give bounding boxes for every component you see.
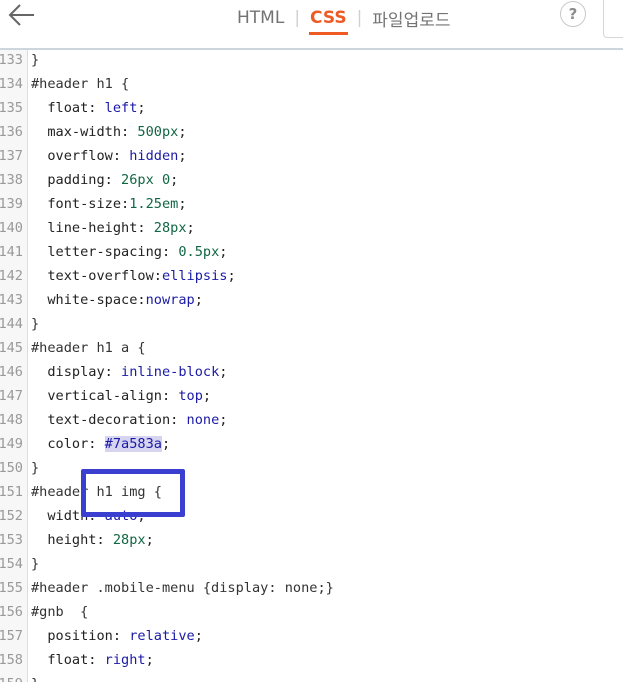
code-text: white-space:nowrap; <box>47 292 203 308</box>
code-line[interactable]: 159} <box>0 672 623 682</box>
code-text: #header h1 a { <box>31 340 146 356</box>
code-line[interactable]: 137 overflow: hidden; <box>0 144 623 168</box>
line-number: 139 <box>0 196 23 212</box>
code-text: text-decoration: none; <box>47 412 228 428</box>
code-line[interactable]: 147 vertical-align: top; <box>0 384 623 408</box>
code-text: color: #7a583a; <box>47 436 171 452</box>
code-text: line-height: 28px; <box>47 220 195 236</box>
code-text: letter-spacing: 0.5px; <box>47 244 228 260</box>
code-text: font-size:1.25em; <box>47 196 187 212</box>
code-line[interactable]: 140 line-height: 28px; <box>0 216 623 240</box>
code-text: position: relative; <box>47 628 203 644</box>
line-number: 145 <box>0 340 23 356</box>
line-number: 149 <box>0 436 23 452</box>
code-line[interactable]: 154} <box>0 552 623 576</box>
code-line[interactable]: 153 height: 28px; <box>0 528 623 552</box>
selected-color-value: #7a583a <box>104 436 162 452</box>
tab-file-upload[interactable]: 파일업로드 <box>371 6 451 31</box>
code-text: float: left; <box>47 100 146 116</box>
tab-css[interactable]: CSS <box>309 8 348 35</box>
line-number: 153 <box>0 532 23 548</box>
code-line[interactable]: 135 float: left; <box>0 96 623 120</box>
code-line[interactable]: 133} <box>0 50 623 72</box>
code-line[interactable]: 151 #header h1 img { <box>0 480 623 504</box>
back-arrow-icon[interactable] <box>6 2 36 28</box>
code-line[interactable]: 150} <box>0 456 623 480</box>
code-line[interactable]: 139 font-size:1.25em; <box>0 192 623 216</box>
line-number: 158 <box>0 652 23 668</box>
line-number: 147 <box>0 388 23 404</box>
code-text: overflow: hidden; <box>47 148 187 164</box>
code-line[interactable]: 155 #header .mobile-menu {display: none;} <box>0 576 623 600</box>
line-number: 143 <box>0 292 23 308</box>
code-text: height: 28px; <box>47 532 154 548</box>
code-text: padding: 26px 0; <box>47 172 179 188</box>
code-line[interactable]: 145 #header h1 a { <box>0 336 623 360</box>
tab-html[interactable]: HTML <box>236 8 285 28</box>
code-line[interactable]: 134 #header h1 { <box>0 72 623 96</box>
code-text: max-width: 500px; <box>47 124 187 140</box>
line-number: 156 <box>0 604 23 620</box>
code-text: text-overflow:ellipsis; <box>47 268 236 284</box>
line-number: 155 <box>0 580 23 596</box>
line-number: 140 <box>0 220 23 236</box>
code-line[interactable]: 143 white-space:nowrap; <box>0 288 623 312</box>
code-line[interactable]: 136 max-width: 500px; <box>0 120 623 144</box>
code-text: } <box>31 460 40 476</box>
code-text: } <box>31 316 40 332</box>
line-number: 146 <box>0 364 23 380</box>
code-line[interactable]: 146 display: inline-block; <box>0 360 623 384</box>
code-line[interactable]: 141 letter-spacing: 0.5px; <box>0 240 623 264</box>
code-text: vertical-align: top; <box>47 388 212 404</box>
code-lines: 133} 134 #header h1 {135 float: left; 136 m… <box>0 50 623 682</box>
code-line[interactable]: 138 padding: 26px 0; <box>0 168 623 192</box>
line-number: 133 <box>0 52 23 68</box>
code-text: } <box>31 52 40 68</box>
code-line[interactable]: 148 text-decoration: none; <box>0 408 623 432</box>
code-line[interactable]: 144} <box>0 312 623 336</box>
code-text: width: auto; <box>47 508 146 524</box>
line-number: 150 <box>0 460 23 476</box>
line-number: 134 <box>0 76 23 92</box>
code-text: #gnb { <box>31 604 89 620</box>
code-text: #header h1 { <box>31 76 130 92</box>
code-line[interactable]: 158 float: right; <box>0 648 623 672</box>
code-editor[interactable]: 133} 134 #header h1 {135 float: left; 136 m… <box>0 50 623 682</box>
code-text: } <box>31 556 40 572</box>
line-number: 152 <box>0 508 23 524</box>
line-number: 159 <box>0 672 23 682</box>
help-button[interactable]: ? <box>560 1 586 27</box>
line-number: 135 <box>0 100 23 116</box>
tab-divider: | <box>356 8 363 28</box>
code-line[interactable]: 156 #gnb { <box>0 600 623 624</box>
code-text: #header .mobile-menu {display: none;} <box>31 580 334 596</box>
code-line[interactable]: 142 text-overflow:ellipsis; <box>0 264 623 288</box>
code-line[interactable]: 149 color: #7a583a; <box>0 432 623 456</box>
top-bar: HTML | CSS | 파일업로드 ? <box>0 0 623 50</box>
code-text: #header h1 img { <box>31 484 162 500</box>
code-text: display: inline-block; <box>47 364 228 380</box>
code-line[interactable]: 157 position: relative; <box>0 624 623 648</box>
line-number: 142 <box>0 268 23 284</box>
side-panel-edge <box>603 0 623 38</box>
code-line[interactable]: 152 width: auto; <box>0 504 623 528</box>
line-number: 138 <box>0 172 23 188</box>
line-number: 137 <box>0 148 23 164</box>
code-text: } <box>31 672 39 682</box>
line-number: 144 <box>0 316 23 332</box>
line-number: 151 <box>0 484 23 500</box>
line-number: 136 <box>0 124 23 140</box>
line-number: 157 <box>0 628 23 644</box>
editor-tabs: HTML | CSS | 파일업로드 <box>236 0 452 36</box>
line-number: 148 <box>0 412 23 428</box>
code-text: float: right; <box>47 652 154 668</box>
tab-divider: | <box>294 8 301 28</box>
line-number: 154 <box>0 556 23 572</box>
line-number: 141 <box>0 244 23 260</box>
